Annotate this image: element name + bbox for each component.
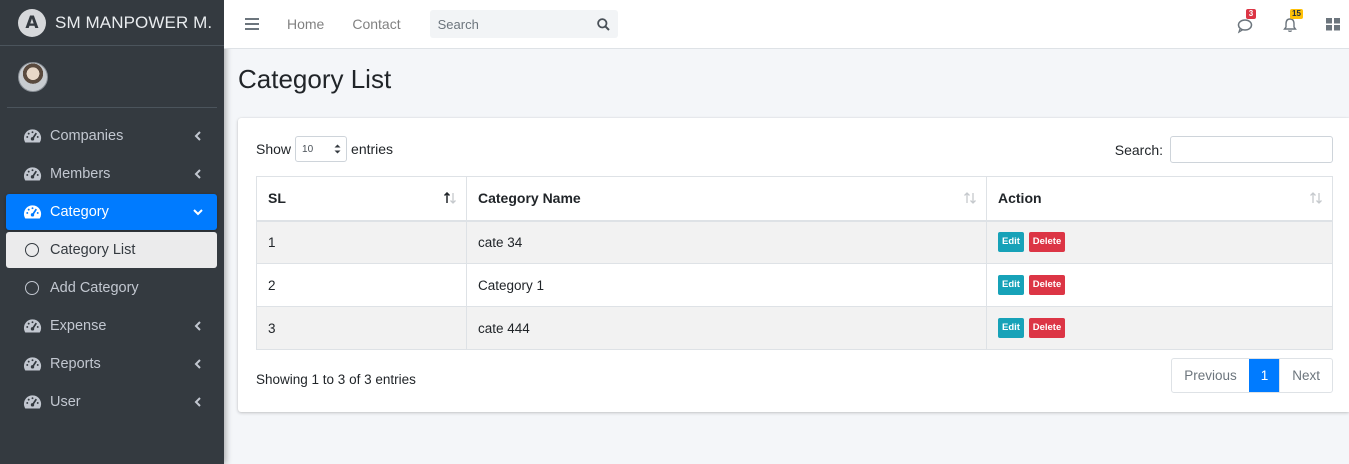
sort-icon bbox=[1310, 192, 1322, 204]
table-row: 3 cate 444 Edit Delete bbox=[256, 306, 1333, 350]
brand-link[interactable]: A SM MANPOWER M. bbox=[0, 0, 224, 46]
sidebar-item-label: Add Category bbox=[50, 280, 139, 296]
table-search-input[interactable] bbox=[1170, 136, 1333, 163]
table-row: 1 cate 34 Edit Delete bbox=[256, 220, 1333, 264]
top-navbar: Home Contact 3 15 bbox=[224, 0, 1349, 49]
cell-sl: 3 bbox=[256, 306, 467, 350]
chevron-left-icon bbox=[194, 321, 201, 331]
navbar-search-input[interactable] bbox=[429, 10, 590, 38]
table-row: 2 Category 1 Edit Delete bbox=[256, 263, 1333, 307]
cell-action: Edit Delete bbox=[986, 306, 1333, 350]
cell-category-name: cate 444 bbox=[466, 306, 987, 350]
column-header-label: Action bbox=[998, 190, 1042, 207]
sidebar-item-category[interactable]: Category bbox=[6, 194, 217, 230]
navbar-search bbox=[429, 10, 618, 38]
avatar[interactable] bbox=[18, 61, 48, 92]
brand-logo-letter: A bbox=[25, 12, 39, 33]
table-search: Search: bbox=[1115, 136, 1333, 163]
sidebar-nav: Companies Members Category Category List… bbox=[0, 108, 224, 420]
tachometer-icon bbox=[23, 167, 42, 181]
entries-select-wrap: 10 bbox=[291, 136, 351, 162]
sort-asc-icon bbox=[443, 192, 456, 204]
circle-icon bbox=[25, 281, 39, 295]
messages-button[interactable]: 3 bbox=[1237, 8, 1256, 34]
sidebar-item-label: Expense bbox=[50, 318, 107, 334]
chevron-left-icon bbox=[194, 169, 201, 179]
show-label: Show bbox=[256, 141, 292, 157]
brand-logo: A bbox=[18, 8, 46, 37]
sidebar: A SM MANPOWER M. Companies Members Categ… bbox=[0, 0, 224, 464]
cell-action: Edit Delete bbox=[986, 263, 1333, 307]
nav-link-contact[interactable]: Contact bbox=[352, 16, 400, 32]
category-table-card: Show 10 entries Search: SL Category Name… bbox=[238, 118, 1349, 412]
chevron-down-icon bbox=[193, 209, 203, 216]
user-panel bbox=[7, 46, 217, 108]
notifications-badge: 15 bbox=[1290, 8, 1303, 19]
navbar-right: 3 15 bbox=[1237, 0, 1349, 49]
grid-icon bbox=[1326, 17, 1340, 30]
sidebar-item-companies[interactable]: Companies bbox=[6, 118, 217, 154]
category-table: SL Category Name Action 1 cate 34 Edit D… bbox=[256, 176, 1333, 350]
pagination-previous[interactable]: Previous bbox=[1172, 359, 1249, 392]
sidebar-item-label: Category List bbox=[50, 242, 136, 258]
column-header-sl[interactable]: SL bbox=[256, 176, 467, 222]
tachometer-icon bbox=[23, 129, 42, 143]
column-header-label: SL bbox=[268, 190, 286, 207]
search-icon bbox=[597, 17, 610, 31]
cell-action: Edit Delete bbox=[986, 220, 1333, 264]
apps-button[interactable] bbox=[1325, 16, 1343, 34]
table-search-label: Search: bbox=[1114, 141, 1163, 158]
sidebar-item-add-category[interactable]: Add Category bbox=[6, 270, 217, 306]
edit-button[interactable]: Edit bbox=[998, 232, 1024, 253]
sidebar-item-user[interactable]: User bbox=[6, 384, 217, 420]
menu-toggle-icon[interactable] bbox=[245, 18, 259, 30]
sidebar-item-label: Category bbox=[50, 204, 109, 220]
tachometer-icon bbox=[23, 357, 42, 371]
sidebar-item-reports[interactable]: Reports bbox=[6, 346, 217, 382]
brand-name: SM MANPOWER M. bbox=[55, 12, 213, 32]
entries-length-control: Show 10 entries bbox=[256, 136, 393, 162]
cell-sl: 2 bbox=[256, 263, 467, 307]
notifications-button[interactable]: 15 bbox=[1281, 8, 1303, 34]
chevron-left-icon bbox=[194, 359, 201, 369]
nav-link-home[interactable]: Home bbox=[287, 16, 324, 32]
column-header-action[interactable]: Action bbox=[986, 176, 1333, 222]
tachometer-icon bbox=[23, 205, 42, 219]
delete-button[interactable]: Delete bbox=[1028, 232, 1066, 253]
pagination: Previous 1 Next bbox=[1171, 358, 1333, 393]
circle-icon bbox=[25, 243, 39, 257]
tachometer-icon bbox=[23, 319, 42, 333]
search-button[interactable] bbox=[590, 10, 618, 38]
column-header-label: Category Name bbox=[478, 190, 581, 207]
edit-button[interactable]: Edit bbox=[998, 275, 1024, 295]
chevron-left-icon bbox=[194, 131, 201, 141]
table-info: Showing 1 to 3 of 3 entries bbox=[256, 372, 416, 387]
tachometer-icon bbox=[23, 395, 42, 409]
cell-sl: 1 bbox=[256, 220, 467, 264]
sort-icon bbox=[964, 192, 976, 204]
sidebar-item-label: Companies bbox=[50, 128, 124, 144]
table-header-row: SL Category Name Action bbox=[256, 176, 1333, 222]
delete-button[interactable]: Delete bbox=[1028, 275, 1066, 295]
pagination-next[interactable]: Next bbox=[1279, 359, 1332, 392]
sidebar-item-category-list[interactable]: Category List bbox=[6, 232, 217, 268]
delete-button[interactable]: Delete bbox=[1028, 318, 1066, 338]
pagination-page-1[interactable]: 1 bbox=[1248, 359, 1280, 392]
sidebar-item-label: Members bbox=[50, 166, 111, 182]
messages-badge: 3 bbox=[1246, 8, 1256, 19]
sidebar-item-label: User bbox=[50, 394, 81, 410]
sidebar-item-label: Reports bbox=[50, 356, 101, 372]
cell-category-name: Category 1 bbox=[466, 263, 987, 307]
edit-button[interactable]: Edit bbox=[998, 318, 1024, 338]
chevron-left-icon bbox=[194, 397, 201, 407]
cell-category-name: cate 34 bbox=[466, 220, 987, 264]
entries-label: entries bbox=[351, 141, 394, 157]
sidebar-item-members[interactable]: Members bbox=[6, 156, 217, 192]
sidebar-item-expense[interactable]: Expense bbox=[6, 308, 217, 344]
page-title: Category List bbox=[238, 64, 392, 94]
column-header-category-name[interactable]: Category Name bbox=[466, 176, 987, 222]
entries-select[interactable]: 10 bbox=[295, 136, 348, 162]
